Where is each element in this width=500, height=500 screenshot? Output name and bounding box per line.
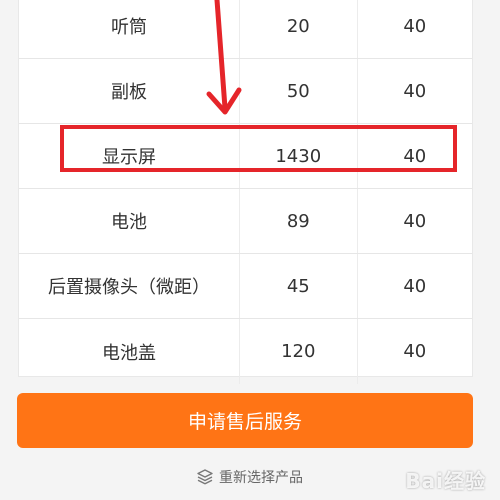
part-price: 89 bbox=[239, 189, 356, 253]
part-price: 1430 bbox=[239, 124, 356, 188]
part-name: 听筒 bbox=[111, 17, 148, 38]
table-row: 副板 50 40 bbox=[19, 59, 472, 124]
part-quantity: 40 bbox=[356, 0, 473, 58]
part-name: 电池盖 bbox=[102, 342, 157, 364]
table-row: 听筒 20 40 bbox=[19, 0, 472, 59]
part-name: 电池 bbox=[111, 212, 148, 233]
part-name: 副板 bbox=[111, 82, 148, 103]
part-quantity: 40 bbox=[356, 189, 473, 253]
parts-price-table: 听筒 20 40 副板 50 40 显示屏 1430 40 电池 89 40 后… bbox=[18, 0, 473, 384]
part-name: 后置摄像头（微距） bbox=[48, 277, 211, 298]
reselect-product-link[interactable]: 重新选择产品 bbox=[0, 462, 500, 492]
part-quantity: 40 bbox=[356, 124, 473, 188]
part-quantity: 40 bbox=[356, 254, 473, 318]
part-name: 显示屏 bbox=[102, 147, 157, 168]
layers-icon bbox=[197, 469, 213, 485]
part-price: 20 bbox=[239, 0, 356, 58]
reselect-label: 重新选择产品 bbox=[219, 470, 303, 486]
table-row: 电池盖 120 40 bbox=[19, 319, 472, 384]
part-price: 120 bbox=[239, 319, 356, 384]
apply-after-sales-button[interactable]: 申请售后服务 bbox=[17, 393, 473, 448]
table-row: 显示屏 1430 40 bbox=[19, 124, 472, 189]
table-row: 后置摄像头（微距） 45 40 bbox=[19, 254, 472, 319]
table-row: 电池 89 40 bbox=[19, 189, 472, 254]
part-quantity: 40 bbox=[356, 319, 473, 384]
part-price: 45 bbox=[239, 254, 356, 318]
part-quantity: 40 bbox=[356, 59, 473, 123]
part-price: 50 bbox=[239, 59, 356, 123]
